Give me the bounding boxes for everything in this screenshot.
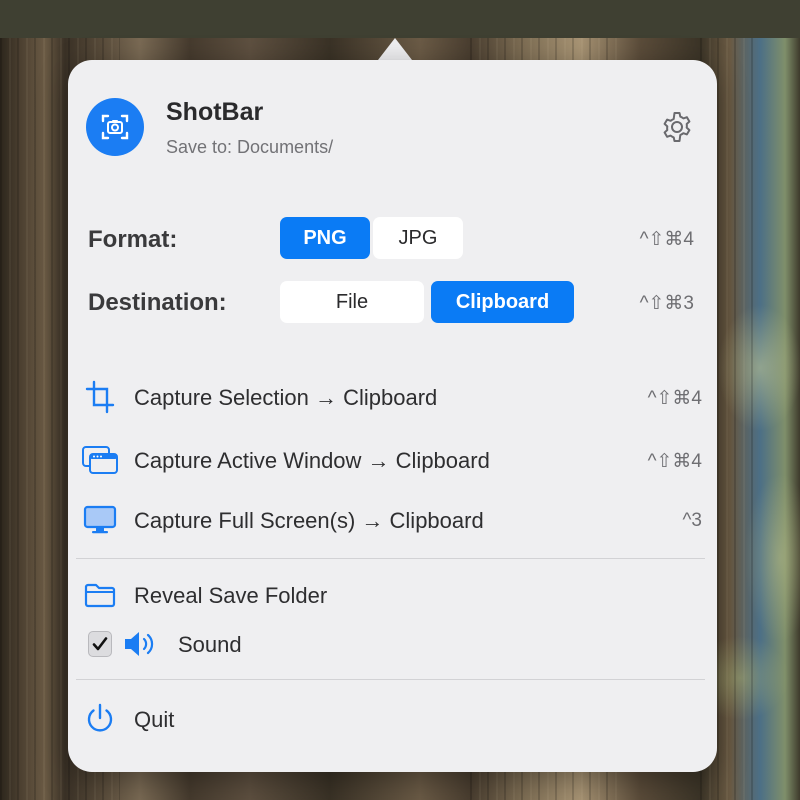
windows-icon xyxy=(80,438,120,482)
destination-file-option[interactable]: File xyxy=(280,281,424,323)
capture-selection-label: Capture Selection → Clipboard xyxy=(134,385,438,410)
capture-selection-item[interactable]: Capture Selection → Clipboard ^⇧⌘4 xyxy=(76,375,712,419)
quit-item[interactable]: Quit xyxy=(76,697,712,741)
sound-checkbox[interactable] xyxy=(88,631,112,657)
capture-window-item[interactable]: Capture Active Window → Clipboard ^⇧⌘4 xyxy=(76,438,712,482)
display-icon xyxy=(80,498,120,542)
sound-label: Sound xyxy=(178,632,242,657)
format-shortcut: ^⇧⌘4 xyxy=(639,229,694,250)
folder-icon xyxy=(80,573,120,617)
menu-bar xyxy=(0,0,800,38)
popover-arrow xyxy=(378,38,412,60)
capture-selection-shortcut: ^⇧⌘4 xyxy=(647,388,702,409)
crop-icon xyxy=(80,375,120,419)
menu-divider xyxy=(76,679,705,680)
save-location-label: Save to: Documents/ xyxy=(166,137,334,157)
capture-fullscreen-item[interactable]: Capture Full Screen(s) → Clipboard ^3 xyxy=(76,498,712,542)
destination-label: Destination: xyxy=(88,289,227,316)
format-label: Format: xyxy=(88,226,178,253)
reveal-save-folder-label: Reveal Save Folder xyxy=(134,583,328,608)
menu-divider xyxy=(76,558,705,559)
reveal-save-folder-item[interactable]: Reveal Save Folder xyxy=(76,573,712,617)
camera-viewfinder-icon xyxy=(86,98,144,156)
capture-fullscreen-shortcut: ^3 xyxy=(682,510,702,531)
destination-shortcut: ^⇧⌘3 xyxy=(639,293,694,314)
capture-fullscreen-label: Capture Full Screen(s) → Clipboard xyxy=(134,508,484,533)
power-icon xyxy=(80,697,120,741)
format-png-option[interactable]: PNG xyxy=(280,217,370,259)
capture-window-label: Capture Active Window → Clipboard xyxy=(134,448,490,473)
destination-clipboard-option[interactable]: Clipboard xyxy=(431,281,574,323)
format-jpg-option[interactable]: JPG xyxy=(373,217,463,259)
capture-window-shortcut: ^⇧⌘4 xyxy=(647,451,702,472)
gear-icon[interactable] xyxy=(660,110,694,144)
app-title: ShotBar xyxy=(166,98,264,126)
quit-label: Quit xyxy=(134,707,175,732)
speaker-icon xyxy=(122,628,158,660)
